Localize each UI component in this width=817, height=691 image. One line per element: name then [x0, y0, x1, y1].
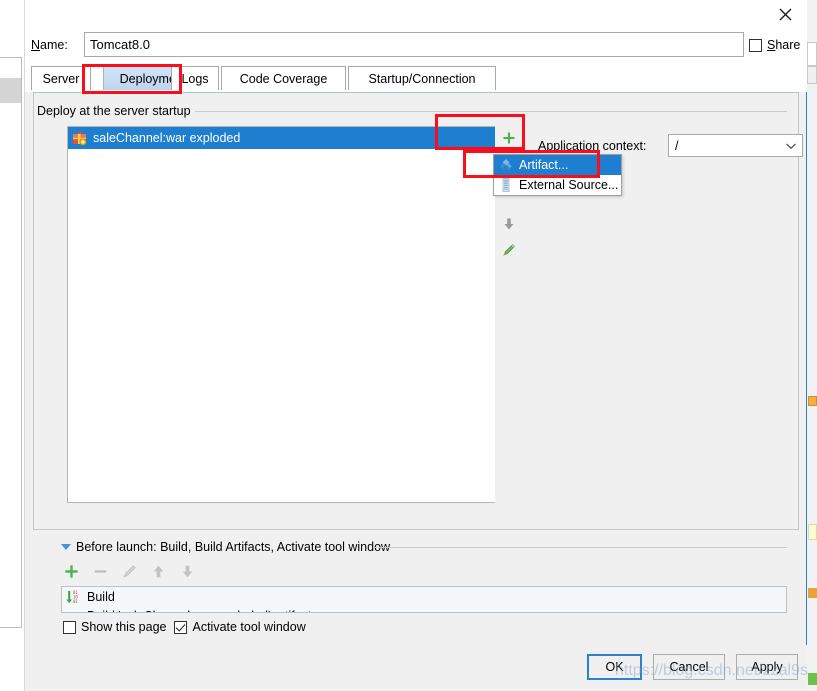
- name-row: Name: Share: [25, 28, 807, 64]
- show-this-page-checkbox[interactable]: Show this page: [63, 620, 166, 634]
- background-right-accent-line: [806, 0, 807, 691]
- add-artifact-button[interactable]: [498, 126, 520, 150]
- before-launch-task-label: Build: [87, 589, 115, 604]
- dialog-titlebar: [25, 0, 807, 28]
- add-deployment-menu[interactable]: Artifact... External Source...: [493, 154, 622, 196]
- before-launch-title: Before launch: Build, Build Artifacts, A…: [76, 540, 391, 554]
- name-label: Name:: [31, 38, 68, 52]
- background-right-chip-ok: [808, 673, 817, 685]
- application-context-label: Application context:: [538, 139, 647, 153]
- tab-logs[interactable]: Logs: [171, 66, 219, 91]
- background-right-chip-note: [808, 524, 817, 540]
- before-launch-task-list[interactable]: 01 10 01 Build Build 'saleChannel:war ex…: [61, 586, 787, 613]
- edit-task-button[interactable]: [121, 563, 138, 583]
- before-launch-separator: [373, 547, 787, 548]
- tab-logs-label: Logs: [181, 71, 209, 86]
- apply-button[interactable]: Apply: [736, 654, 798, 680]
- tab-server-label: Server: [42, 71, 80, 86]
- edit-artifact-button[interactable]: [498, 238, 520, 262]
- tab-strip: Server Deployment Logs Code Coverage Sta…: [25, 64, 807, 92]
- background-left-selected-row: [0, 78, 21, 103]
- ok-button[interactable]: OK: [587, 654, 642, 680]
- share-label: Share: [767, 38, 801, 52]
- share-checkbox-box[interactable]: [749, 38, 762, 52]
- bottom-options-row: Show this page Activate tool window: [63, 620, 306, 634]
- artifact-diamond-icon: [498, 157, 514, 173]
- add-task-button[interactable]: [63, 563, 80, 583]
- tab-server[interactable]: Server: [31, 66, 91, 91]
- dialog-footer: OK Cancel Apply: [25, 645, 807, 691]
- show-this-page-checkbox-box[interactable]: [63, 620, 76, 634]
- before-launch-header[interactable]: Before launch: Build, Build Artifacts, A…: [61, 540, 390, 554]
- cancel-button-label: Cancel: [669, 660, 709, 674]
- activate-tool-window-checkbox-box[interactable]: [174, 620, 188, 634]
- menu-item-external-source-label: External Source...: [519, 178, 619, 192]
- menu-item-artifact-label: Artifact...: [519, 158, 569, 172]
- tab-startup-connection[interactable]: Startup/Connection: [348, 66, 496, 91]
- name-input[interactable]: [84, 32, 744, 57]
- application-context-combobox[interactable]: /: [668, 134, 803, 157]
- move-down-button[interactable]: [498, 212, 520, 236]
- build-artifact-icon: [65, 608, 81, 612]
- close-icon[interactable]: [763, 0, 807, 28]
- background-right-box-1: [807, 42, 817, 66]
- activate-tool-window-label: Activate tool window: [192, 620, 306, 634]
- before-launch-task-label: Build 'saleChannel:war exploded' artifac…: [87, 609, 311, 613]
- cancel-button[interactable]: Cancel: [653, 654, 725, 680]
- background-right-chip-marker: [808, 588, 817, 598]
- svg-text:01: 01: [73, 599, 78, 604]
- external-source-icon: [498, 177, 514, 193]
- move-task-down-button[interactable]: [179, 563, 196, 583]
- tab-startup-connection-label: Startup/Connection: [368, 71, 476, 86]
- chevron-down-icon[interactable]: [780, 142, 802, 150]
- build-compile-icon: 01 10 01: [65, 589, 81, 605]
- table-row[interactable]: saleChannel:war exploded: [68, 127, 521, 149]
- move-task-up-button[interactable]: [150, 563, 167, 583]
- artifact-package-icon: [72, 130, 88, 146]
- activate-tool-window-checkbox[interactable]: Activate tool window: [174, 620, 306, 634]
- deployment-panel-top-border: [33, 92, 799, 93]
- list-item[interactable]: Build 'saleChannel:war exploded' artifac…: [62, 606, 786, 613]
- tab-code-coverage-label: Code Coverage: [239, 71, 328, 86]
- artifact-row-label: saleChannel:war exploded: [93, 131, 241, 145]
- background-right-box-2: [807, 66, 817, 84]
- apply-button-label: Apply: [751, 660, 783, 674]
- screenshot-root: Name: Share Server Deployment Logs Code …: [0, 0, 817, 691]
- background-left-list-panel: [0, 57, 22, 628]
- background-left-strip: [0, 0, 24, 691]
- run-debug-configurations-dialog: Name: Share Server Deployment Logs Code …: [24, 0, 807, 691]
- background-right-chip-warning: [808, 396, 817, 406]
- collapse-triangle-icon[interactable]: [61, 544, 71, 550]
- ok-button-label: OK: [605, 660, 624, 674]
- artifact-listbox[interactable]: saleChannel:war exploded: [67, 126, 522, 503]
- before-launch-toolbar: [63, 561, 243, 585]
- application-context-value: /: [675, 138, 679, 153]
- remove-task-button[interactable]: [92, 563, 109, 583]
- share-checkbox[interactable]: Share: [749, 38, 800, 52]
- show-this-page-label: Show this page: [81, 620, 167, 634]
- menu-item-external-source[interactable]: External Source...: [494, 175, 621, 195]
- deploy-group-title: Deploy at the server startup: [37, 104, 195, 118]
- tab-code-coverage[interactable]: Code Coverage: [221, 66, 346, 91]
- list-item[interactable]: 01 10 01 Build: [62, 587, 786, 606]
- menu-item-artifact[interactable]: Artifact...: [494, 155, 621, 175]
